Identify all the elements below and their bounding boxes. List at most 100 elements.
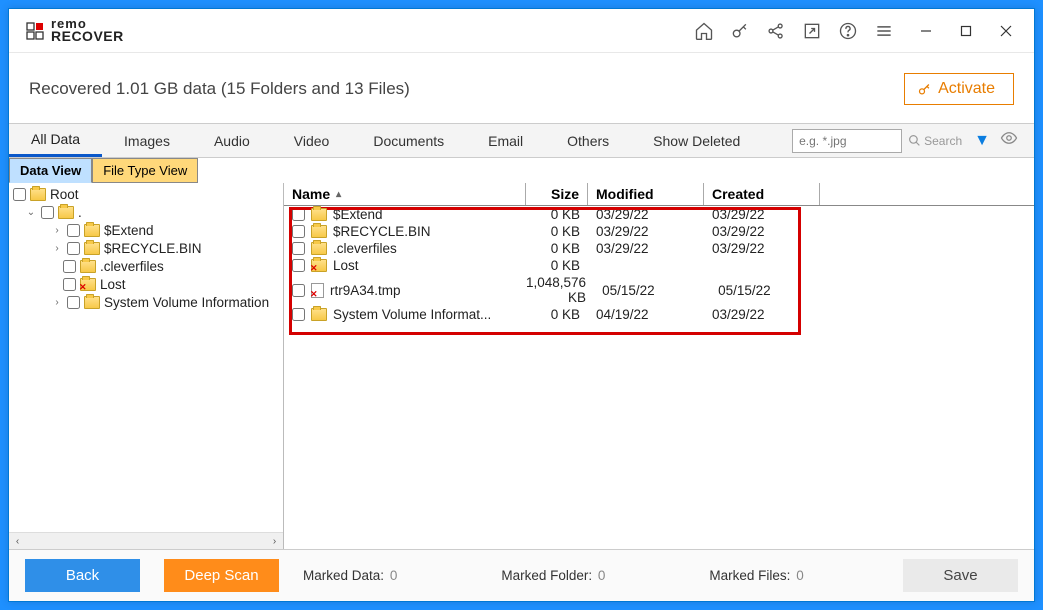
search-button-label: Search <box>924 134 962 148</box>
list-row[interactable]: $RECYCLE.BIN 0 KB 03/29/22 03/29/22 <box>284 223 1034 240</box>
minimize-button[interactable] <box>906 13 946 49</box>
folder-lost-icon <box>80 278 96 291</box>
tree-label: System Volume Information <box>104 295 269 310</box>
tree-label: . <box>78 205 82 220</box>
col-modified[interactable]: Modified <box>588 183 704 205</box>
row-checkbox[interactable] <box>292 284 305 297</box>
preview-eye-icon[interactable] <box>996 129 1022 152</box>
folder-icon <box>311 242 327 255</box>
col-size[interactable]: Size <box>526 183 588 205</box>
tree-label: .cleverfiles <box>100 259 164 274</box>
row-name: $Extend <box>333 207 383 222</box>
save-button[interactable]: Save <box>903 559 1018 592</box>
filter-all-data[interactable]: All Data <box>9 124 102 157</box>
folder-icon <box>80 260 96 273</box>
tree-checkbox[interactable] <box>63 278 76 291</box>
tree-checkbox[interactable] <box>67 296 80 309</box>
close-button[interactable] <box>986 13 1026 49</box>
row-size: 0 KB <box>526 224 588 239</box>
row-checkbox[interactable] <box>292 259 305 272</box>
tree-label: Lost <box>100 277 126 292</box>
row-checkbox[interactable] <box>292 208 305 221</box>
list-body: $Extend 0 KB 03/29/22 03/29/22 $RECYCLE.… <box>284 206 1034 549</box>
scroll-left-icon[interactable]: ‹ <box>9 533 26 550</box>
filter-others[interactable]: Others <box>545 124 631 157</box>
help-icon[interactable] <box>830 13 866 49</box>
deep-scan-button[interactable]: Deep Scan <box>164 559 279 592</box>
window-controls <box>906 13 1026 49</box>
filter-documents[interactable]: Documents <box>351 124 466 157</box>
activate-button[interactable]: Activate <box>904 73 1014 105</box>
tree-item-extend[interactable]: › $Extend <box>9 221 283 239</box>
menu-icon[interactable] <box>866 13 902 49</box>
collapse-icon[interactable]: ⌄ <box>25 207 37 218</box>
tree-pane: Root ⌄ . › $Extend › $RECYCLE.BIN <box>9 183 284 549</box>
scroll-right-icon[interactable]: › <box>266 533 283 550</box>
tree-checkbox[interactable] <box>67 224 80 237</box>
col-name[interactable]: Name ▴ <box>284 183 526 205</box>
app-window: remo RECOVER Recovered 1.01 GB data (15 … <box>8 8 1035 602</box>
content-area: Root ⌄ . › $Extend › $RECYCLE.BIN <box>9 183 1034 549</box>
row-name: System Volume Informat... <box>333 307 491 322</box>
folder-lost-icon <box>311 259 327 272</box>
expand-icon[interactable]: › <box>51 243 63 254</box>
list-pane: Name ▴ Size Modified Created $Extend 0 K… <box>284 183 1034 549</box>
search-button[interactable]: Search <box>902 134 968 148</box>
back-button[interactable]: Back <box>25 559 140 592</box>
search-input[interactable] <box>792 129 902 153</box>
tree-label: $RECYCLE.BIN <box>104 241 202 256</box>
tree-item-recycle[interactable]: › $RECYCLE.BIN <box>9 239 283 257</box>
view-tabs: Data View File Type View <box>9 158 1034 183</box>
external-link-icon[interactable] <box>794 13 830 49</box>
row-checkbox[interactable] <box>292 242 305 255</box>
row-checkbox[interactable] <box>292 225 305 238</box>
row-modified: 03/29/22 <box>588 224 704 239</box>
file-lost-icon <box>311 283 324 298</box>
tree-checkbox[interactable] <box>67 242 80 255</box>
home-icon[interactable] <box>686 13 722 49</box>
col-spacer <box>820 183 1034 205</box>
app-logo: remo RECOVER <box>25 18 686 42</box>
filter-email[interactable]: Email <box>466 124 545 157</box>
tree-label: Root <box>50 187 79 202</box>
filter-images[interactable]: Images <box>102 124 192 157</box>
tree-scrollbar[interactable]: ‹ › <box>9 532 283 549</box>
summary-row: Recovered 1.01 GB data (15 Folders and 1… <box>9 53 1034 123</box>
list-row[interactable]: .cleverfiles 0 KB 03/29/22 03/29/22 <box>284 240 1034 257</box>
col-created[interactable]: Created <box>704 183 820 205</box>
filter-video[interactable]: Video <box>272 124 352 157</box>
row-size: 0 KB <box>526 207 588 222</box>
maximize-button[interactable] <box>946 13 986 49</box>
tree-item-dot[interactable]: ⌄ . <box>9 203 283 221</box>
filter-show-deleted[interactable]: Show Deleted <box>631 124 762 157</box>
expand-icon[interactable]: › <box>51 225 63 236</box>
row-size: 0 KB <box>526 258 588 273</box>
folder-icon <box>84 224 100 237</box>
tree-checkbox[interactable] <box>41 206 54 219</box>
list-row[interactable]: $Extend 0 KB 03/29/22 03/29/22 <box>284 206 1034 223</box>
list-row[interactable]: Lost 0 KB <box>284 257 1034 274</box>
list-row[interactable]: rtr9A34.tmp 1,048,576 KB 05/15/22 05/15/… <box>284 274 1034 306</box>
title-bar: remo RECOVER <box>9 9 1034 53</box>
expand-icon[interactable]: › <box>51 297 63 308</box>
tree-item-lost[interactable]: Lost <box>9 275 283 293</box>
tree-item-cleverfiles[interactable]: .cleverfiles <box>9 257 283 275</box>
tab-file-type-view[interactable]: File Type View <box>92 158 198 183</box>
row-size: 1,048,576 KB <box>526 275 594 305</box>
share-icon[interactable] <box>758 13 794 49</box>
folder-icon <box>311 208 327 221</box>
row-created: 05/15/22 <box>710 283 826 298</box>
logo-text: remo RECOVER <box>51 18 124 42</box>
filter-dropdown-icon[interactable]: ▼ <box>968 132 996 150</box>
list-row[interactable]: System Volume Informat... 0 KB 04/19/22 … <box>284 306 1034 323</box>
row-name: .cleverfiles <box>333 241 397 256</box>
filter-audio[interactable]: Audio <box>192 124 272 157</box>
row-checkbox[interactable] <box>292 308 305 321</box>
tree-checkbox[interactable] <box>13 188 26 201</box>
tree-item-root[interactable]: Root <box>9 185 283 203</box>
key-icon[interactable] <box>722 13 758 49</box>
tree-checkbox[interactable] <box>63 260 76 273</box>
tab-data-view[interactable]: Data View <box>9 158 92 183</box>
tree-item-sysvolinfo[interactable]: › System Volume Information <box>9 293 283 311</box>
logo-icon <box>25 21 45 41</box>
